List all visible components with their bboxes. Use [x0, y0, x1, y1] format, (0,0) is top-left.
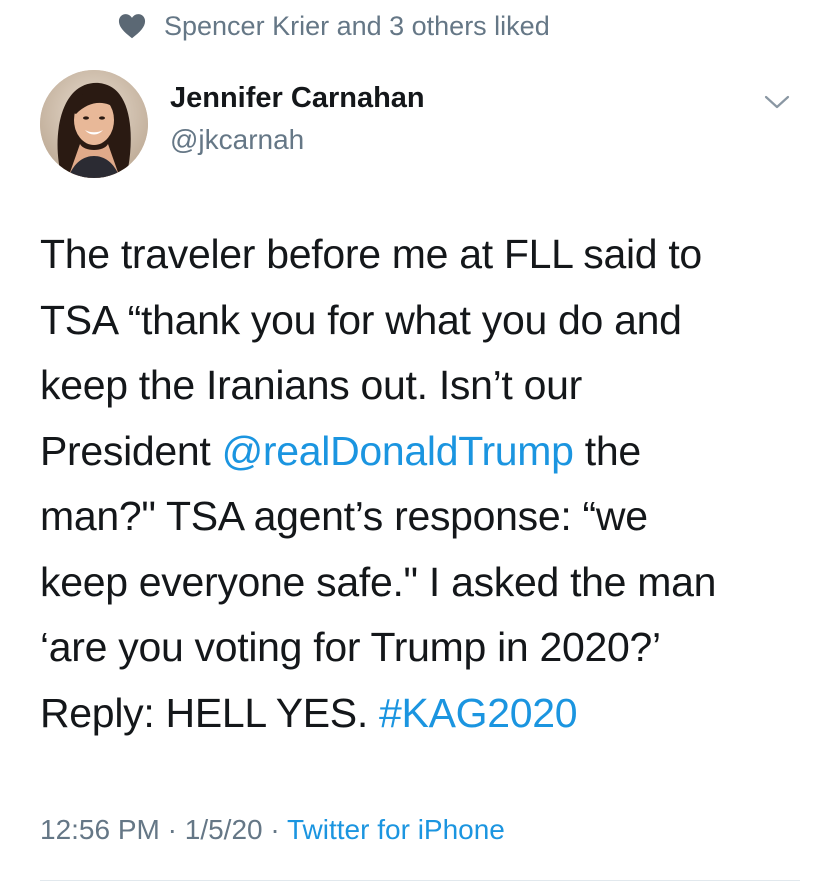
- social-context-text: Spencer Krier and 3 others liked: [164, 10, 550, 41]
- author-handle[interactable]: @jkcarnah: [170, 124, 304, 156]
- tweet-text-segment: President: [40, 427, 222, 474]
- tweet-line: man?" TSA agent’s response: “we: [40, 484, 800, 550]
- tweet-line: Reply: HELL YES. #KAG2020: [40, 681, 800, 747]
- chevron-down-icon[interactable]: [764, 94, 790, 110]
- tweet-source[interactable]: Twitter for iPhone: [287, 814, 505, 845]
- tweet-line: TSA “thank you for what you do and: [40, 288, 800, 354]
- heart-icon: [118, 14, 146, 39]
- tweet-text-segment: ‘are you voting for Trump in 2020?’: [40, 624, 661, 670]
- avatar[interactable]: [40, 70, 148, 178]
- tweet-line: keep the Iranians out. Isn’t our: [40, 353, 800, 419]
- meta-separator: ·: [262, 814, 287, 845]
- tweet-meta: 12:56 PM · 1/5/20 · Twitter for iPhone: [40, 814, 505, 846]
- tweet-line: keep everyone safe." I asked the man: [40, 550, 800, 616]
- tweet-text-segment: man?" TSA agent’s response: “we: [40, 493, 648, 539]
- tweet-text-segment: TSA “thank you for what you do and: [40, 296, 682, 343]
- mention-link[interactable]: @realDonaldTrump: [222, 428, 574, 474]
- social-context[interactable]: Spencer Krier and 3 others liked: [118, 8, 550, 44]
- author-name[interactable]: Jennifer Carnahan: [170, 82, 425, 115]
- tweet-line: The traveler before me at FLL said to: [40, 222, 800, 288]
- meta-separator: ·: [159, 814, 185, 845]
- tweet-line: ‘are you voting for Trump in 2020?’: [40, 615, 800, 681]
- tweet-date[interactable]: 1/5/20: [185, 814, 263, 845]
- avatar-photo: [40, 70, 148, 178]
- tweet-time[interactable]: 12:56 PM: [40, 814, 160, 845]
- tweet-text-segment: keep everyone safe." I asked the man: [40, 558, 717, 605]
- divider: [40, 880, 800, 881]
- tweet-line: President @realDonaldTrump the: [40, 419, 800, 485]
- tweet-text-segment: the: [573, 427, 641, 474]
- tweet-text-segment: keep the Iranians out. Isn’t our: [40, 362, 582, 408]
- tweet-text: The traveler before me at FLL said to TSA…: [40, 222, 800, 746]
- tweet-text-segment: The traveler before me at FLL said to: [40, 231, 702, 277]
- hashtag-link[interactable]: #KAG2020: [379, 690, 578, 736]
- tweet-text-segment: Reply: HELL YES.: [40, 689, 380, 736]
